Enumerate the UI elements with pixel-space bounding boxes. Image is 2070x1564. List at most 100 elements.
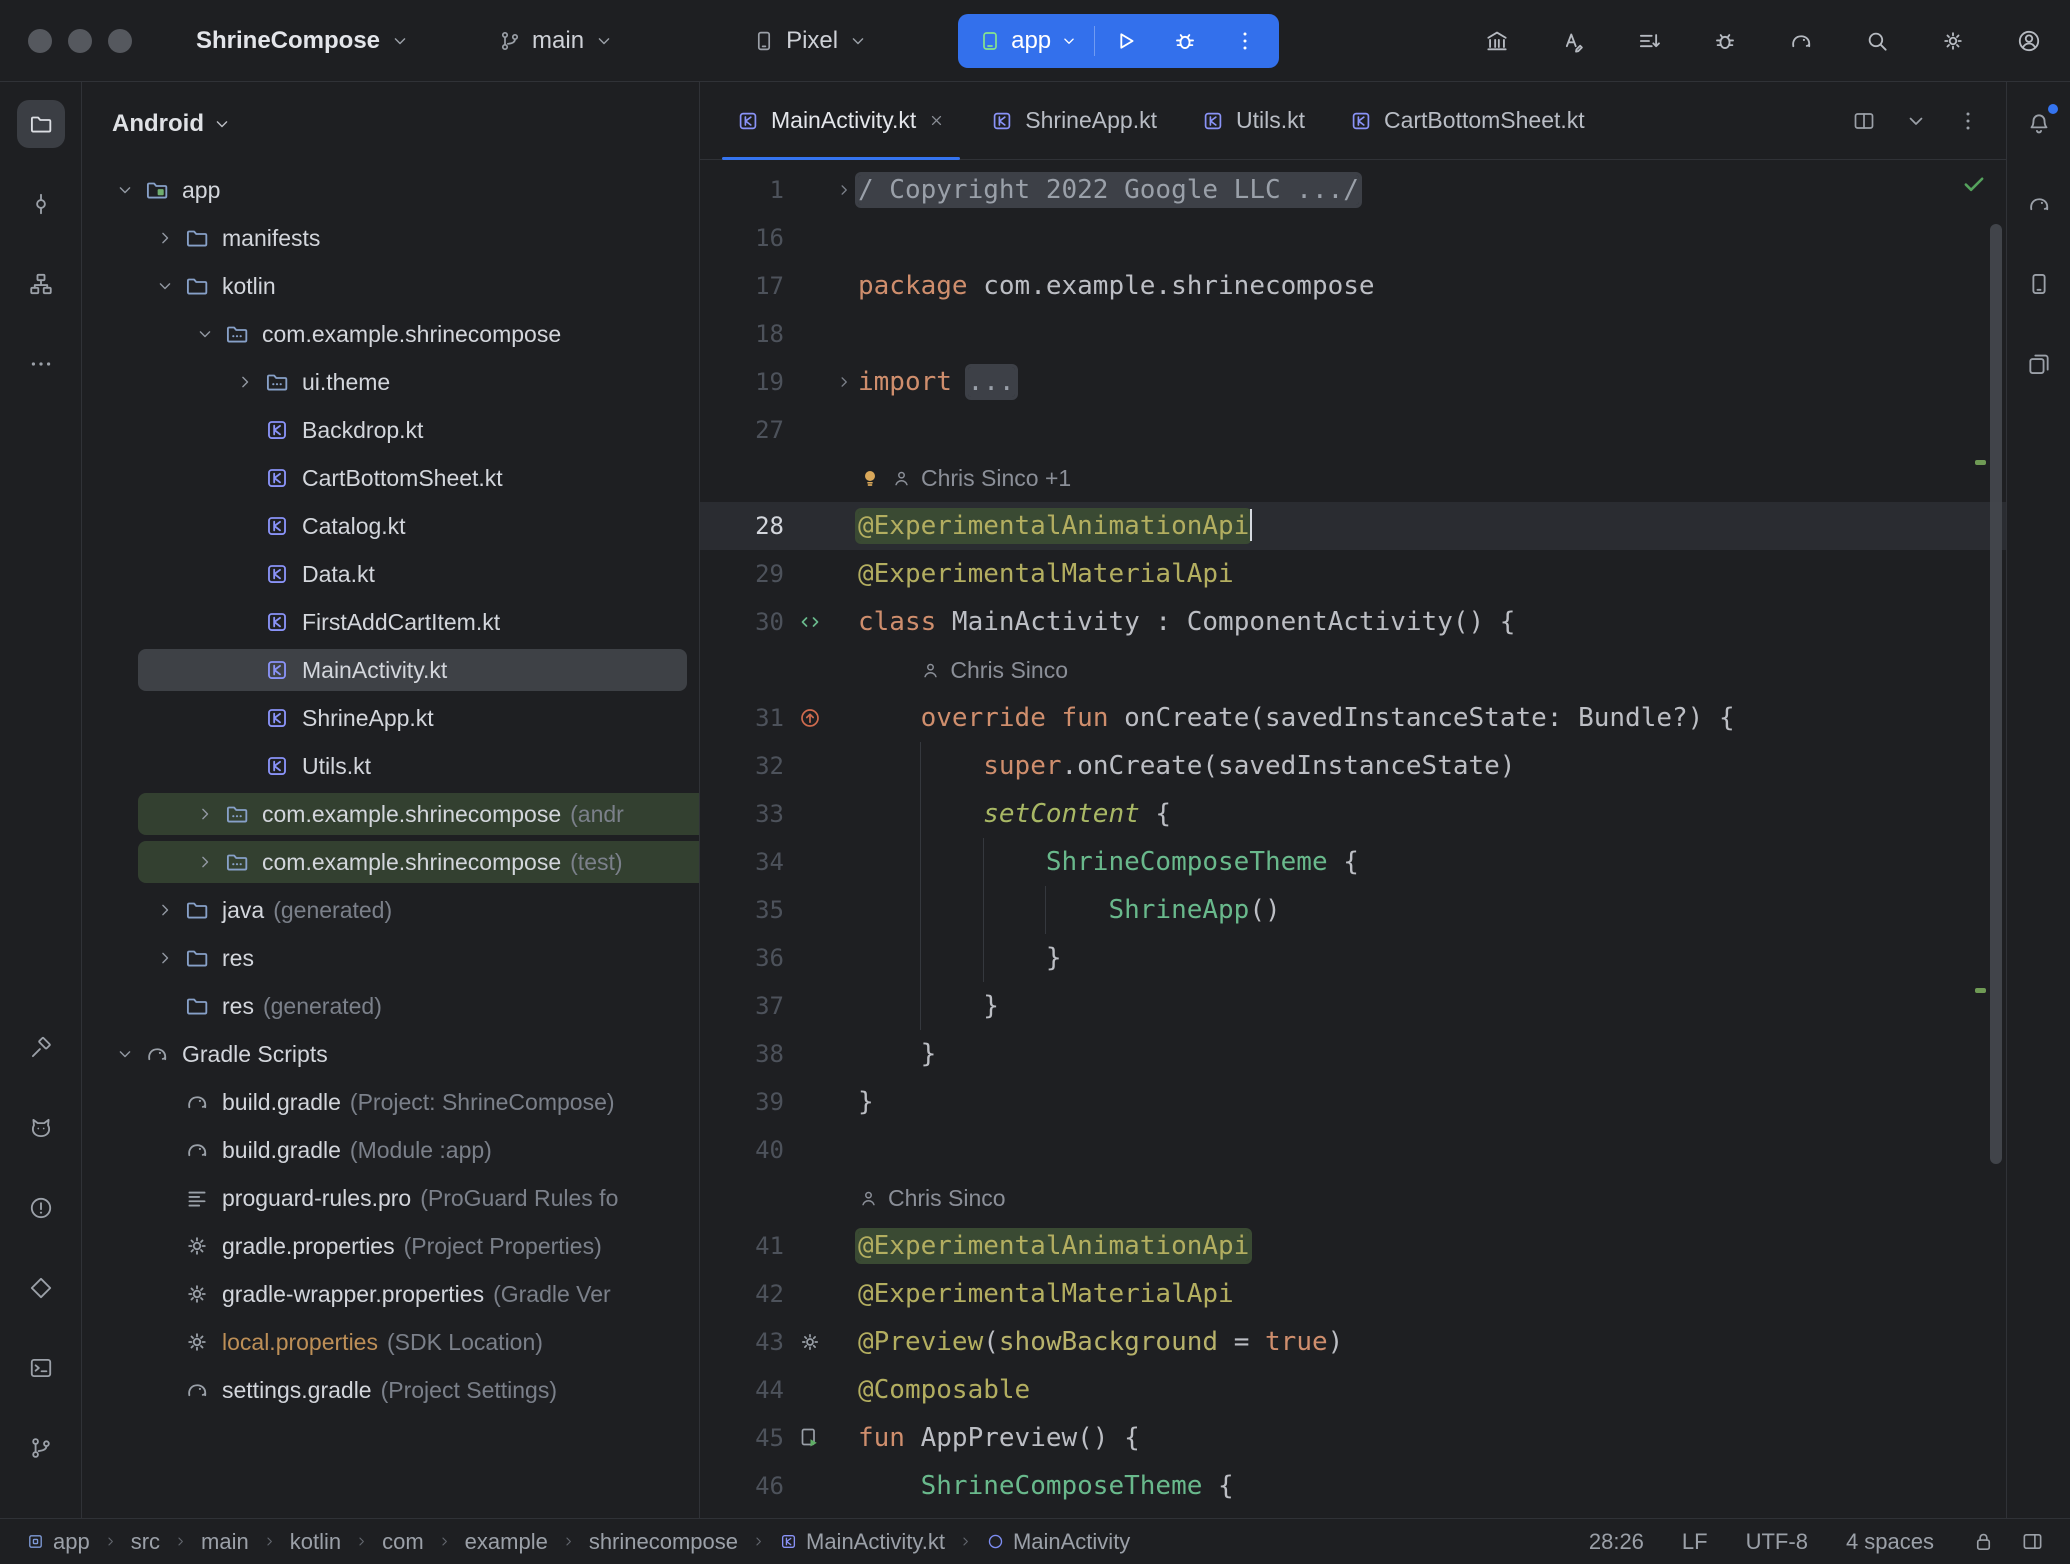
breadcrumb-mainactivity-kt[interactable]: MainActivity.kt (779, 1529, 945, 1555)
run-button[interactable] (1095, 14, 1155, 68)
search-icon[interactable] (1864, 28, 1890, 54)
tree-chevron-icon[interactable] (186, 804, 224, 824)
tree-chevron-icon[interactable] (106, 1044, 144, 1064)
commit-tool-button[interactable] (17, 180, 65, 228)
tree-chevron-icon[interactable] (146, 228, 184, 248)
close-tab-icon[interactable] (927, 111, 946, 130)
run-configuration-selector[interactable]: app (962, 14, 1094, 68)
line-number[interactable]: 34 (700, 838, 790, 886)
lines-down-icon[interactable] (1636, 28, 1662, 54)
line-number[interactable]: 42 (700, 1270, 790, 1318)
line-number[interactable]: 28 (700, 502, 790, 550)
tree-chevron-icon[interactable] (106, 180, 144, 200)
gear-gutter-icon[interactable] (798, 1330, 822, 1354)
tree-item-build-gradle[interactable]: build.gradle(Module :app) (82, 1126, 699, 1174)
line-number[interactable]: 44 (700, 1366, 790, 1414)
line-number[interactable]: 16 (700, 214, 790, 262)
code-author-lens[interactable]: Chris Sinco (700, 1174, 2006, 1222)
tree-chevron-icon[interactable] (146, 948, 184, 968)
gradle-tool-button[interactable] (2015, 180, 2063, 228)
breadcrumb-app[interactable]: app (26, 1529, 90, 1555)
line-number[interactable]: 29 (700, 550, 790, 598)
editor-scrollbar[interactable] (1990, 224, 2002, 1164)
build-hammer-tool-button[interactable] (17, 1024, 65, 1072)
breadcrumb-com[interactable]: com (382, 1529, 424, 1555)
line-number[interactable]: 38 (700, 1030, 790, 1078)
zoom-window-button[interactable] (108, 29, 132, 53)
line-number[interactable]: 30 (700, 598, 790, 646)
tab-cartbottomsheet-kt[interactable]: CartBottomSheet.kt (1327, 82, 1607, 159)
tree-item-res[interactable]: res (82, 934, 699, 982)
device-selector[interactable]: Pixel (752, 27, 868, 55)
tree-item-res[interactable]: res(generated) (82, 982, 699, 1030)
line-number[interactable]: 35 (700, 886, 790, 934)
running-devices-tool-button[interactable] (2015, 340, 2063, 388)
code-author-lens[interactable]: Chris Sinco +1 (700, 454, 2006, 502)
chevron-down-icon[interactable] (1904, 109, 1928, 133)
line-number[interactable]: 32 (700, 742, 790, 790)
breadcrumb-example[interactable]: example (465, 1529, 548, 1555)
problems-tool-button[interactable] (17, 1184, 65, 1232)
breadcrumb-src[interactable]: src (131, 1529, 160, 1555)
indent-style[interactable]: 4 spaces (1846, 1529, 1934, 1555)
logcat-cat-tool-button[interactable] (17, 1104, 65, 1152)
app-quality-insights-tool-button[interactable] (17, 1264, 65, 1312)
run-preview-gutter-icon[interactable] (798, 1426, 822, 1450)
tree-item-local-properties[interactable]: local.properties(SDK Location) (82, 1318, 699, 1366)
tree-item-com-example-shrinecompose[interactable]: com.example.shrinecompose (82, 310, 699, 358)
line-number[interactable]: 27 (700, 406, 790, 454)
intention-bulb-icon[interactable] (858, 466, 882, 490)
override-gutter-icon[interactable] (798, 706, 822, 730)
bug-icon[interactable] (1712, 28, 1738, 54)
tree-item-com-example-shrinecompose[interactable]: com.example.shrinecompose(andr (82, 790, 699, 838)
tab-shrineapp-kt[interactable]: ShrineApp.kt (968, 82, 1179, 159)
line-number[interactable]: 18 (700, 310, 790, 358)
tree-item-ui-theme[interactable]: ui.theme (82, 358, 699, 406)
split-editor-icon[interactable] (1852, 109, 1876, 133)
tree-item-app[interactable]: app (82, 166, 699, 214)
tree-item-backdrop-kt[interactable]: Backdrop.kt (82, 406, 699, 454)
line-number[interactable]: 45 (700, 1414, 790, 1462)
line-number[interactable]: 1 (700, 166, 790, 214)
device-manager-tool-button[interactable] (2015, 260, 2063, 308)
caret-position[interactable]: 28:26 (1589, 1529, 1644, 1555)
tab-mainactivity-kt[interactable]: MainActivity.kt (714, 82, 968, 159)
settings-icon[interactable] (1940, 28, 1966, 54)
tree-item-data-kt[interactable]: Data.kt (82, 550, 699, 598)
kebab-icon[interactable] (1956, 109, 1980, 133)
line-number[interactable]: 33 (700, 790, 790, 838)
tree-chevron-icon[interactable] (226, 372, 264, 392)
breadcrumb-shrinecompose[interactable]: shrinecompose (589, 1529, 738, 1555)
version-control-tool-button[interactable] (17, 1424, 65, 1472)
line-number[interactable]: 37 (700, 982, 790, 1030)
breadcrumb-kotlin[interactable]: kotlin (290, 1529, 341, 1555)
breadcrumb-mainactivity[interactable]: MainActivity (986, 1529, 1130, 1555)
tree-chevron-icon[interactable] (186, 852, 224, 872)
tree-item-gradle-scripts[interactable]: Gradle Scripts (82, 1030, 699, 1078)
tree-item-proguard-rules-pro[interactable]: proguard-rules.pro(ProGuard Rules fo (82, 1174, 699, 1222)
notifications-bell-tool-button[interactable] (2015, 100, 2063, 148)
fold-marker-icon[interactable] (830, 358, 858, 406)
tree-chevron-icon[interactable] (186, 324, 224, 344)
tree-item-build-gradle[interactable]: build.gradle(Project: ShrineCompose) (82, 1078, 699, 1126)
file-encoding[interactable]: UTF-8 (1746, 1529, 1808, 1555)
tree-item-settings-gradle[interactable]: settings.gradle(Project Settings) (82, 1366, 699, 1414)
tree-item-catalog-kt[interactable]: Catalog.kt (82, 502, 699, 550)
project-folder-tool-button[interactable] (17, 100, 65, 148)
tree-chevron-icon[interactable] (146, 900, 184, 920)
tree-item-shrineapp-kt[interactable]: ShrineApp.kt (82, 694, 699, 742)
line-number[interactable]: 41 (700, 1222, 790, 1270)
more-tool-button[interactable] (17, 340, 65, 388)
gradle-sync-icon[interactable] (1788, 28, 1814, 54)
letter-a-edit-icon[interactable] (1560, 28, 1586, 54)
breadcrumb-main[interactable]: main (201, 1529, 249, 1555)
line-number[interactable]: 17 (700, 262, 790, 310)
line-number[interactable]: 40 (700, 1126, 790, 1174)
fold-marker-icon[interactable] (830, 166, 858, 214)
debug-button[interactable] (1155, 14, 1215, 68)
line-number[interactable]: 31 (700, 694, 790, 742)
code-author-lens[interactable]: Chris Sinco (700, 646, 2006, 694)
project-view-selector[interactable]: Android (82, 82, 699, 166)
line-number[interactable]: 46 (700, 1462, 790, 1510)
tree-item-gradle-properties[interactable]: gradle.properties(Project Properties) (82, 1222, 699, 1270)
